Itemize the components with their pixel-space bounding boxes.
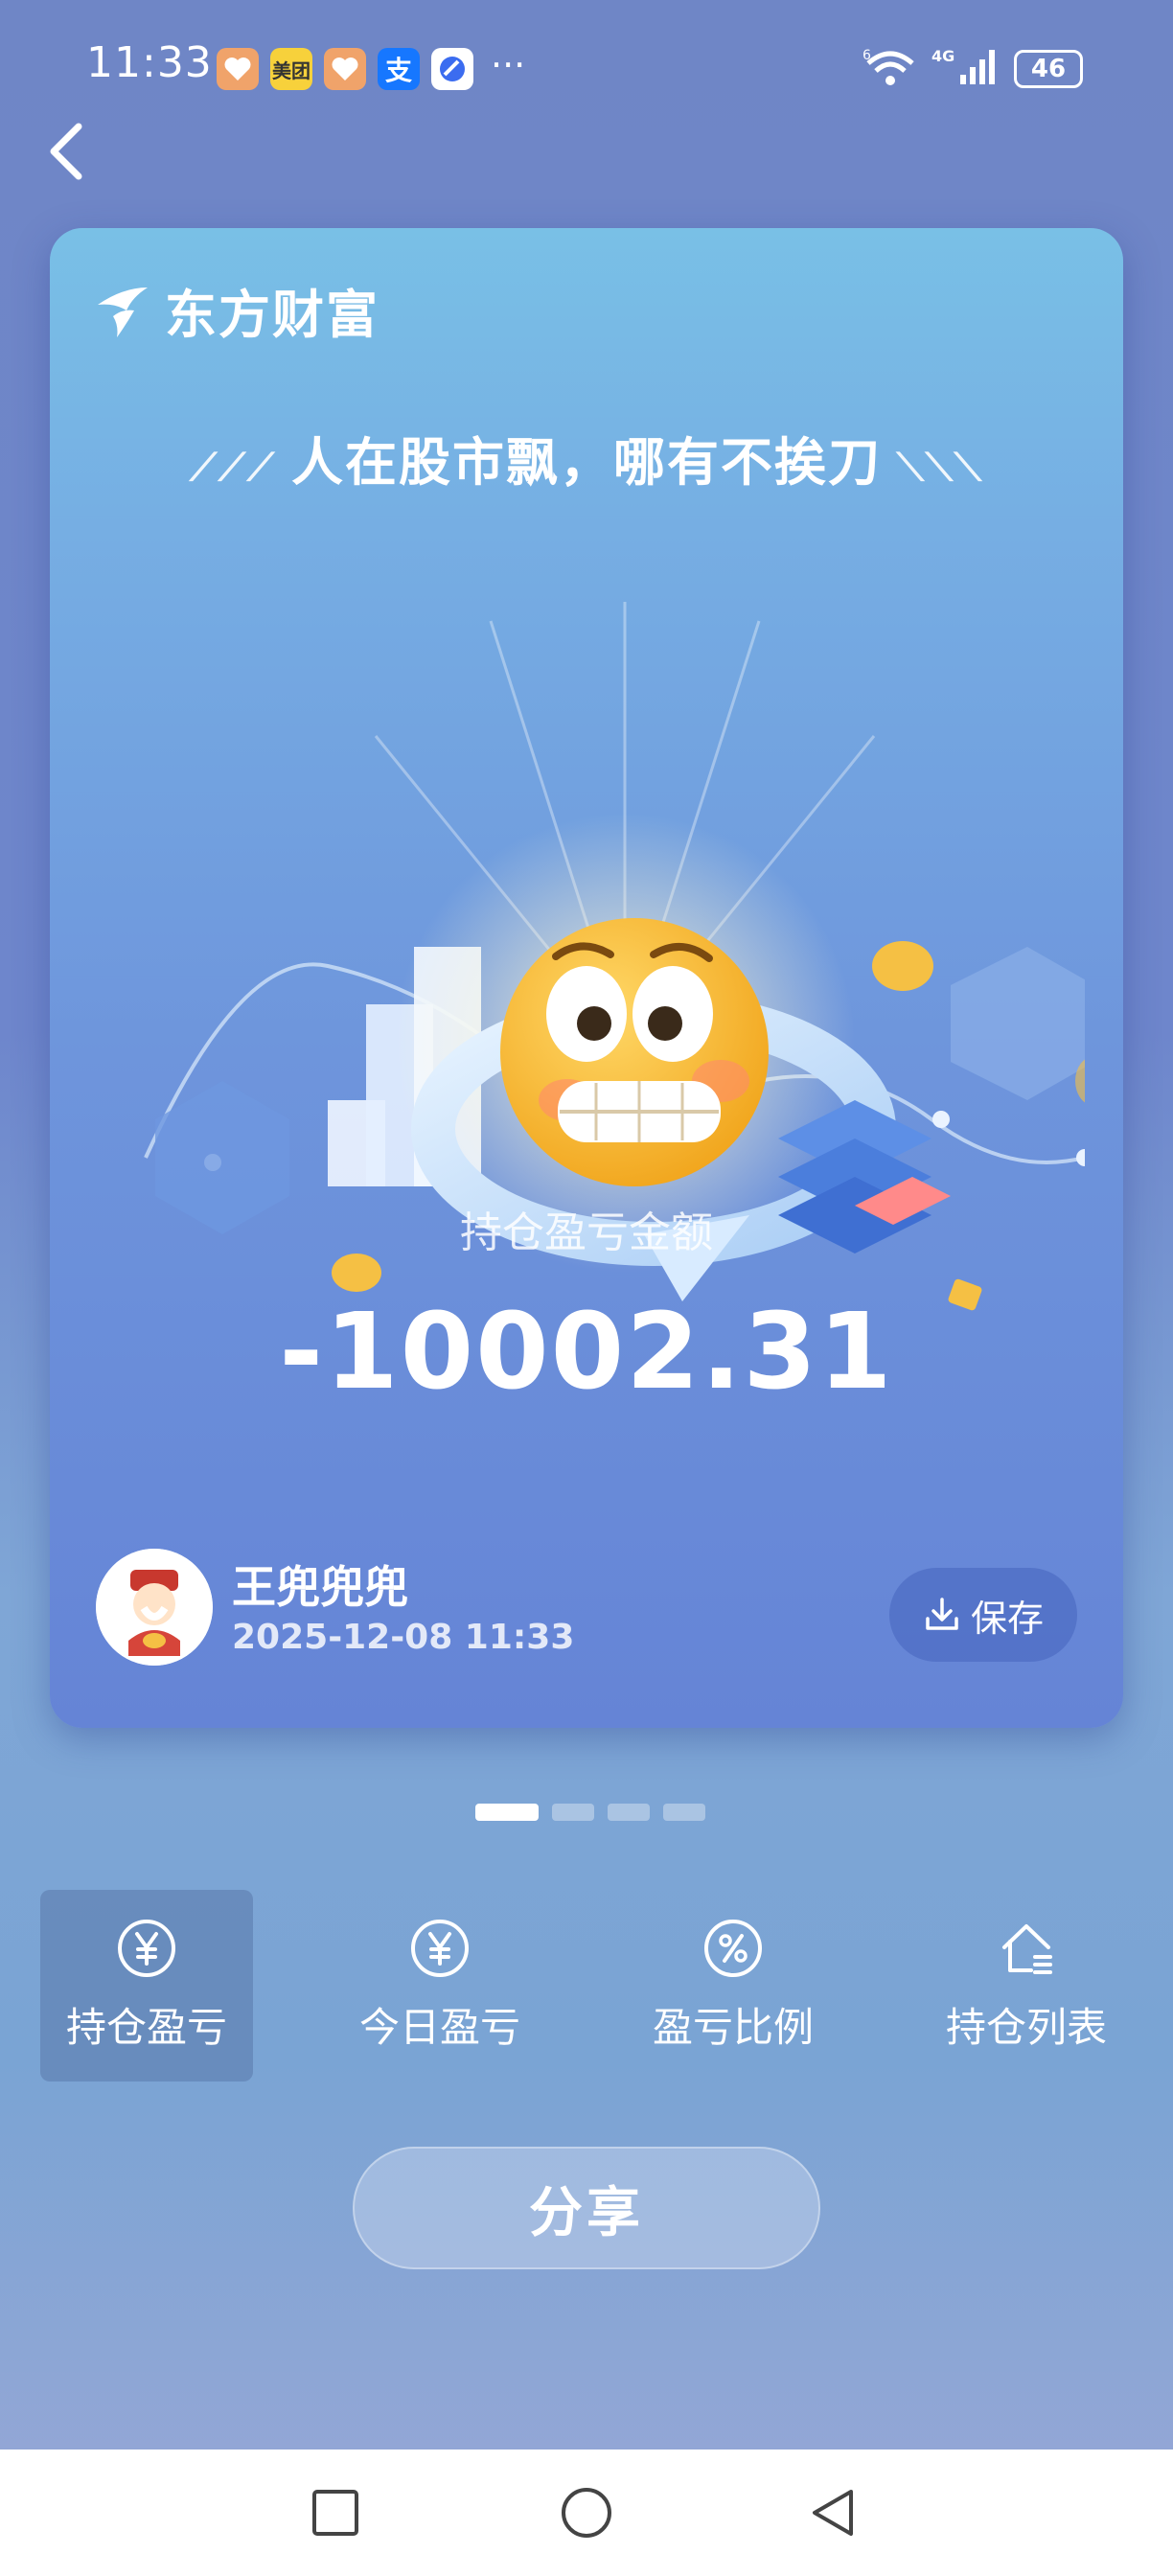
wifi-icon: 6 [862, 46, 918, 92]
yen-circle-icon [118, 1919, 175, 1977]
pnl-share-card: 东方财富 ⟋⟋⟋ 人在股市飘，哪有不挨刀 ⟍⟍⟍ 持仓盈亏金额 -10002.3… [50, 228, 1123, 1728]
brand-logo: 东方财富 [94, 272, 380, 348]
tab-label: 持仓盈亏 [65, 2003, 227, 2051]
tab-position-list[interactable]: 持仓列表 [920, 1890, 1133, 2082]
system-navigation-bar [0, 2450, 1173, 2576]
timestamp: 2025-12-08 11:33 [232, 1618, 575, 1657]
house-list-icon [1002, 1923, 1052, 1974]
slogan: ⟋⟋⟋ 人在股市飘，哪有不挨刀 ⟍⟍⟍ [50, 420, 1123, 495]
slogan-text: 人在股市飘，哪有不挨刀 [291, 432, 882, 493]
slash-decoration-left: ⟋⟋⟋ [190, 446, 291, 490]
triangle-back-icon [813, 2490, 853, 2536]
home-button[interactable] [560, 2486, 613, 2540]
status-bar: 11:33 美团 支 ··· 6 4G 46 [0, 0, 1173, 134]
percent-circle-icon [704, 1919, 762, 1977]
circle-icon [562, 2488, 611, 2538]
tab-label: 今日盈亏 [358, 2003, 520, 2051]
brand-name: 东方财富 [165, 285, 380, 345]
card-style-tabs: 持仓盈亏 今日盈亏 盈亏比例 持仓列表 [40, 1890, 1133, 2082]
status-time: 11:33 [86, 38, 213, 87]
page-dot[interactable] [663, 1804, 705, 1821]
tab-label: 盈亏比例 [652, 2003, 814, 2051]
battery-indicator: 46 [1014, 50, 1083, 88]
recent-apps-button[interactable] [310, 2488, 360, 2538]
health-app-icon-2 [324, 48, 366, 90]
save-button[interactable]: 保存 [889, 1568, 1077, 1662]
fortune-god-avatar-icon [96, 1549, 213, 1666]
yen-circle-icon [411, 1919, 469, 1977]
tab-position-pnl[interactable]: 持仓盈亏 [40, 1890, 253, 2082]
pnl-value: -10002.31 [279, 1290, 894, 1413]
more-notifications: ··· [491, 44, 526, 86]
back-button[interactable] [38, 113, 96, 190]
tab-pnl-ratio[interactable]: 盈亏比例 [627, 1890, 840, 2082]
browser-app-icon [431, 48, 473, 90]
avatar [96, 1549, 213, 1666]
back-nav-button[interactable] [809, 2488, 859, 2538]
share-button[interactable]: 分享 [353, 2147, 820, 2269]
page-dot-active[interactable] [475, 1804, 539, 1821]
pnl-label: 持仓盈亏金额 [460, 1208, 713, 1257]
slash-decoration-right: ⟍⟍⟍ [882, 446, 983, 490]
eastmoney-logo-icon [98, 287, 148, 337]
share-label: 分享 [529, 2181, 644, 2244]
status-indicators: 6 4G 46 [862, 46, 1083, 92]
save-label: 保存 [970, 1597, 1044, 1640]
meituan-app-icon: 美团 [270, 48, 312, 90]
download-icon [926, 1598, 958, 1630]
alipay-app-icon: 支 [378, 48, 420, 90]
page-indicator [475, 1804, 705, 1821]
meituan-label: 美团 [272, 58, 310, 82]
network-type-label: 4G [932, 47, 954, 65]
page-dot[interactable] [552, 1804, 594, 1821]
user-name: 王兜兜兜 [232, 1561, 408, 1613]
square-icon [312, 2490, 358, 2536]
health-app-icon [217, 48, 259, 90]
chevron-left-icon [50, 123, 82, 180]
cellular-signal-icon: 4G [932, 46, 1000, 92]
alipay-label: 支 [384, 55, 412, 86]
page-dot[interactable] [608, 1804, 650, 1821]
tab-today-pnl[interactable]: 今日盈亏 [334, 1890, 546, 2082]
battery-level: 46 [1030, 55, 1067, 83]
tab-label: 持仓列表 [945, 2003, 1107, 2051]
